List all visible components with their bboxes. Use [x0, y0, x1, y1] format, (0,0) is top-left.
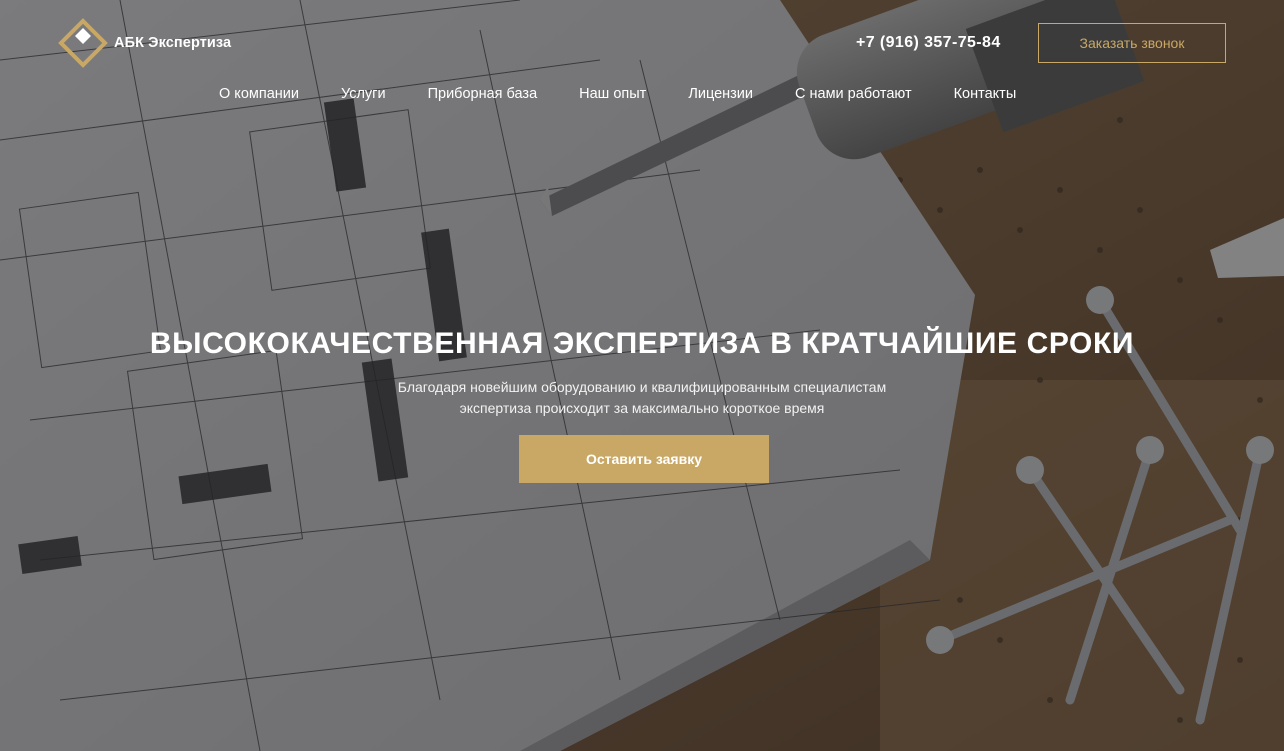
phone-number[interactable]: +7 (916) 357-75-84: [856, 34, 1001, 52]
submit-request-button[interactable]: Оставить заявку: [519, 435, 769, 483]
brand-name: АБК Экспертиза: [114, 35, 232, 51]
hero-subtitle-line-1: Благодаря новейшим оборудованию и квалиф…: [397, 379, 887, 395]
nav-item-about[interactable]: О компании: [219, 86, 299, 102]
nav-item-services[interactable]: Услуги: [341, 86, 386, 102]
hero-subtitle: Благодаря новейшим оборудованию и квалиф…: [0, 377, 1284, 419]
hero-title: ВЫСОКОКАЧЕСТВЕННАЯ ЭКСПЕРТИЗА В КРАТЧАЙШ…: [149, 327, 1135, 360]
nav-item-licenses[interactable]: Лицензии: [688, 86, 753, 102]
hero-subtitle-line-2: экспертиза происходит за максимально кор…: [459, 400, 825, 416]
nav-list: О компании Услуги Приборная база Наш опы…: [219, 86, 1016, 102]
logo[interactable]: АБК Экспертиза: [58, 18, 231, 68]
dark-overlay: [0, 0, 1284, 751]
nav-item-partners[interactable]: С нами работают: [795, 86, 912, 102]
nav-item-equipment[interactable]: Приборная база: [428, 86, 538, 102]
hero-background: [0, 0, 1284, 751]
nav-item-experience[interactable]: Наш опыт: [579, 86, 646, 102]
nav-item-contacts[interactable]: Контакты: [954, 86, 1017, 102]
logo-diamond-icon: [58, 18, 108, 68]
callback-button[interactable]: Заказать звонок: [1038, 23, 1226, 63]
